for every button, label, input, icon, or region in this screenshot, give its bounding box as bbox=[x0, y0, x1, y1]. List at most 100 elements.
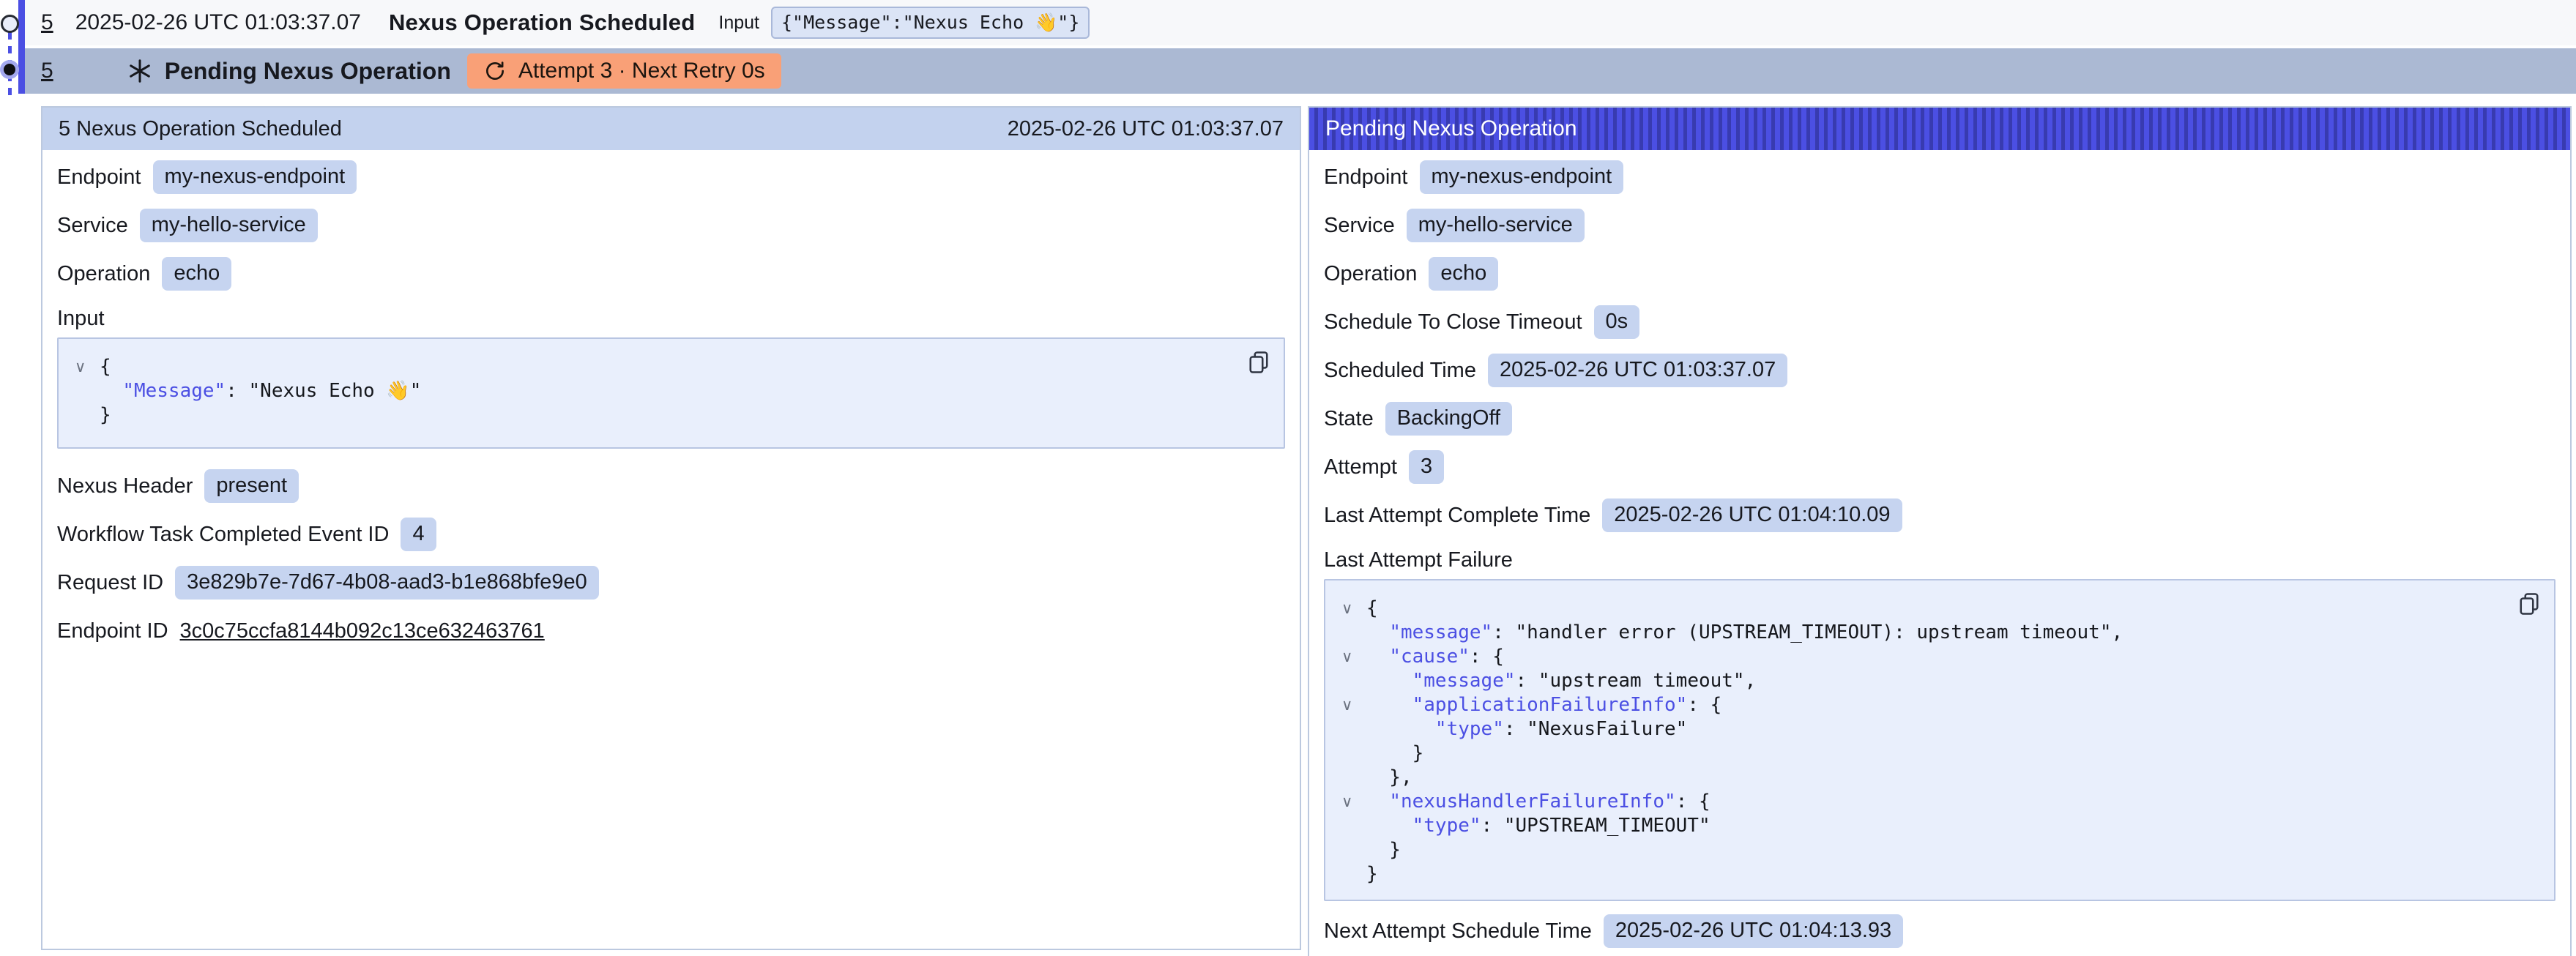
collapse-chevron-icon bbox=[69, 403, 100, 427]
field-endpoint: Endpoint my-nexus-endpoint bbox=[57, 160, 1285, 194]
last-attempt-failure-label: Last Attempt Failure bbox=[1324, 547, 2555, 573]
field-lact-value: 2025-02-26 UTC 01:04:10.09 bbox=[1602, 498, 1902, 531]
json-line: }, bbox=[1336, 766, 2503, 790]
field-attempt: Attempt 3 bbox=[1324, 450, 2555, 484]
field-endpoint-id: Endpoint ID 3c0c75ccfa8144b092c13ce63246… bbox=[57, 614, 1285, 648]
field-attempt-label: Attempt bbox=[1324, 455, 1397, 479]
field-wft-completed-value: 4 bbox=[401, 518, 436, 550]
json-line: } bbox=[1336, 838, 2503, 862]
temporal-event-history-view: 5 2025-02-26 UTC 01:03:37.07 Nexus Opera… bbox=[0, 0, 2576, 956]
field-nast-label: Next Attempt Schedule Time bbox=[1324, 919, 1592, 944]
field-service: Service my-hello-service bbox=[1324, 209, 2555, 242]
field-service-label: Service bbox=[57, 214, 128, 238]
collapse-chevron-icon bbox=[1336, 669, 1366, 693]
collapse-chevron-icon[interactable]: ∨ bbox=[1336, 790, 1366, 814]
collapse-chevron-icon bbox=[69, 379, 100, 403]
collapse-chevron-icon[interactable]: ∨ bbox=[1336, 597, 1366, 621]
attempt-retry-text: Attempt 3 · Next Retry 0s bbox=[518, 59, 765, 83]
collapse-chevron-icon bbox=[1336, 766, 1366, 790]
input-json-viewer: ∨{ "Message": "Nexus Echo 👋"} bbox=[57, 337, 1285, 449]
field-state-value: BackingOff bbox=[1385, 402, 1512, 435]
event-title: Nexus Operation Scheduled bbox=[389, 10, 695, 36]
json-line: "message": "handler error (UPSTREAM_TIME… bbox=[1336, 621, 2503, 645]
event-row-pending-nexus-operation[interactable]: 5 Pending Nexus Operation Attempt 3 · Ne… bbox=[25, 48, 2576, 94]
retry-icon bbox=[483, 59, 507, 83]
collapse-chevron-icon bbox=[1336, 742, 1366, 766]
field-lact-label: Last Attempt Complete Time bbox=[1324, 504, 1590, 528]
field-attempt-value: 3 bbox=[1409, 450, 1444, 483]
field-operation-value: echo bbox=[1429, 257, 1498, 290]
event-timestamp: 2025-02-26 UTC 01:03:37.07 bbox=[75, 10, 361, 35]
field-nexus-header: Nexus Header present bbox=[57, 469, 1285, 503]
json-line: ∨ "applicationFailureInfo": { bbox=[1336, 693, 2503, 717]
field-endpoint-label: Endpoint bbox=[57, 165, 141, 190]
field-service-value: my-hello-service bbox=[1407, 209, 1585, 242]
field-state-label: State bbox=[1324, 407, 1374, 431]
field-operation-label: Operation bbox=[57, 262, 150, 286]
collapse-chevron-icon bbox=[1336, 621, 1366, 645]
field-stc-timeout-label: Schedule To Close Timeout bbox=[1324, 310, 1582, 335]
json-line: } bbox=[69, 403, 1232, 427]
field-state: State BackingOff bbox=[1324, 402, 2555, 436]
last-attempt-failure-json-viewer: ∨{ "message": "handler error (UPSTREAM_T… bbox=[1324, 579, 2555, 901]
field-operation: Operation echo bbox=[1324, 257, 2555, 291]
json-line: ∨{ bbox=[1336, 597, 2503, 621]
event-title: Pending Nexus Operation bbox=[165, 58, 451, 85]
collapse-chevron-icon bbox=[1336, 717, 1366, 742]
pending-panel-title: Pending Nexus Operation bbox=[1325, 116, 1577, 141]
field-workflow-task-completed-event-id: Workflow Task Completed Event ID 4 bbox=[57, 518, 1285, 551]
field-last-attempt-complete-time: Last Attempt Complete Time 2025-02-26 UT… bbox=[1324, 498, 2555, 532]
field-endpoint-value: my-nexus-endpoint bbox=[1420, 160, 1624, 193]
json-line: } bbox=[1336, 742, 2503, 766]
copy-icon[interactable] bbox=[1246, 349, 1272, 378]
field-request-id: Request ID 3e829b7e-7d67-4b08-aad3-b1e86… bbox=[57, 566, 1285, 600]
field-operation-value: echo bbox=[162, 257, 231, 290]
field-endpoint: Endpoint my-nexus-endpoint bbox=[1324, 160, 2555, 194]
json-line: ∨{ bbox=[69, 355, 1232, 379]
detail-panel-pending-nexus-operation: Pending Nexus Operation Endpoint my-nexu… bbox=[1308, 106, 2572, 956]
field-nast-value: 2025-02-26 UTC 01:04:13.93 bbox=[1604, 914, 1903, 947]
field-endpoint-label: Endpoint bbox=[1324, 165, 1408, 190]
field-next-attempt-schedule-time: Next Attempt Schedule Time 2025-02-26 UT… bbox=[1324, 914, 2555, 948]
detail-panel-nexus-operation-scheduled: 5 Nexus Operation Scheduled 2025-02-26 U… bbox=[41, 106, 1301, 950]
collapse-chevron-icon bbox=[1336, 814, 1366, 838]
pending-panel-header: Pending Nexus Operation bbox=[1309, 108, 2570, 150]
json-line: "Message": "Nexus Echo 👋" bbox=[69, 379, 1232, 403]
event-input-label: Input bbox=[718, 12, 759, 34]
field-operation: Operation echo bbox=[57, 257, 1285, 291]
collapse-chevron-icon[interactable]: ∨ bbox=[1336, 693, 1366, 717]
field-scheduled-time-label: Scheduled Time bbox=[1324, 359, 1476, 383]
field-service-value: my-hello-service bbox=[140, 209, 318, 242]
field-scheduled-time-value: 2025-02-26 UTC 01:03:37.07 bbox=[1488, 354, 1787, 386]
event-id-link[interactable]: 5 bbox=[41, 59, 53, 83]
json-line: "type": "UPSTREAM_TIMEOUT" bbox=[1336, 814, 2503, 838]
collapse-chevron-icon bbox=[1336, 862, 1366, 886]
collapse-chevron-icon bbox=[1336, 838, 1366, 862]
field-stc-timeout-value: 0s bbox=[1594, 305, 1640, 338]
field-schedule-to-close-timeout: Schedule To Close Timeout 0s bbox=[1324, 305, 2555, 339]
detail-panel-timestamp: 2025-02-26 UTC 01:03:37.07 bbox=[1008, 117, 1284, 141]
event-input-value-chip: {"Message":"Nexus Echo 👋"} bbox=[771, 7, 1090, 39]
field-endpoint-id-label: Endpoint ID bbox=[57, 619, 168, 643]
attempt-retry-badge: Attempt 3 · Next Retry 0s bbox=[467, 53, 781, 89]
field-service: Service my-hello-service bbox=[57, 209, 1285, 242]
json-line: ∨ "nexusHandlerFailureInfo": { bbox=[1336, 790, 2503, 814]
active-event-indicator-bar bbox=[18, 0, 25, 94]
field-service-label: Service bbox=[1324, 214, 1395, 238]
endpoint-id-link[interactable]: 3c0c75ccfa8144b092c13ce632463761 bbox=[180, 619, 545, 643]
timeline-pending-marker-core bbox=[4, 64, 15, 75]
json-line: "type": "NexusFailure" bbox=[1336, 717, 2503, 742]
json-line: } bbox=[1336, 862, 2503, 886]
copy-icon[interactable] bbox=[2516, 591, 2542, 619]
field-scheduled-time: Scheduled Time 2025-02-26 UTC 01:03:37.0… bbox=[1324, 354, 2555, 387]
json-line: "message": "upstream timeout", bbox=[1336, 669, 2503, 693]
collapse-chevron-icon[interactable]: ∨ bbox=[1336, 645, 1366, 669]
detail-panel-title: 5 Nexus Operation Scheduled bbox=[59, 117, 342, 141]
timeline-scheduled-marker-icon bbox=[1, 15, 19, 33]
event-row-nexus-operation-scheduled[interactable]: 5 2025-02-26 UTC 01:03:37.07 Nexus Opera… bbox=[25, 0, 2576, 45]
field-nexus-header-label: Nexus Header bbox=[57, 474, 193, 498]
event-id-link[interactable]: 5 bbox=[41, 10, 53, 35]
collapse-chevron-icon[interactable]: ∨ bbox=[69, 355, 100, 379]
detail-panel-header: 5 Nexus Operation Scheduled 2025-02-26 U… bbox=[42, 108, 1300, 150]
field-endpoint-value: my-nexus-endpoint bbox=[153, 160, 357, 193]
